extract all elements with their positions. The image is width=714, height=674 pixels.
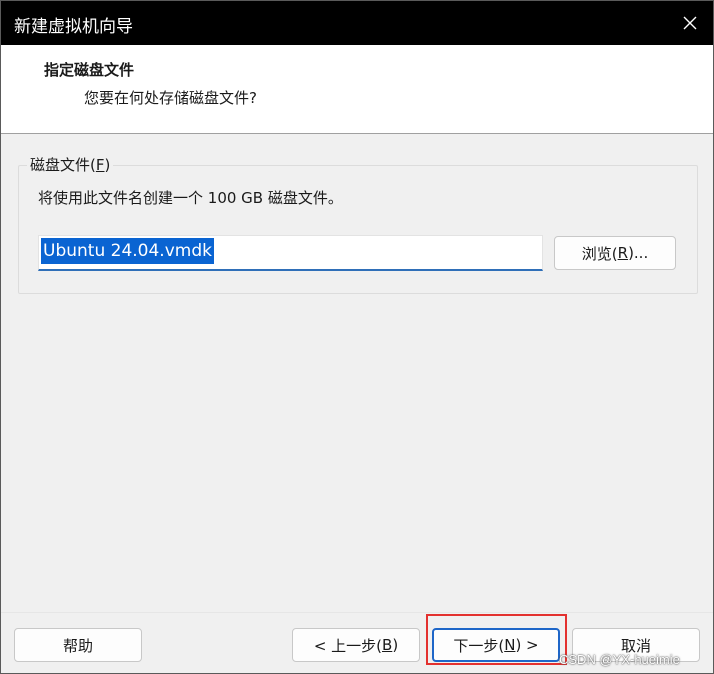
close-button[interactable] — [667, 1, 713, 45]
footer-divider — [1, 612, 713, 613]
wizard-header: 指定磁盘文件 您要在何处存储磁盘文件? — [1, 45, 713, 134]
next-button[interactable]: 下一步(N) > — [432, 628, 560, 662]
help-button[interactable]: 帮助 — [14, 628, 142, 662]
disk-size-info: 将使用此文件名创建一个 100 GB 磁盘文件。 — [38, 189, 343, 207]
disk-file-input[interactable]: Ubuntu 24.04.vmdk — [38, 235, 543, 271]
page-subtitle: 您要在何处存储磁盘文件? — [84, 89, 257, 107]
watermark: CSDN @YX-hueimie — [559, 652, 680, 667]
disk-file-group-label: 磁盘文件(F) — [27, 154, 114, 175]
disk-file-group — [18, 165, 698, 294]
back-button[interactable]: < 上一步(B) — [292, 628, 420, 662]
page-title: 指定磁盘文件 — [44, 61, 135, 79]
disk-file-input-value: Ubuntu 24.04.vmdk — [41, 238, 214, 264]
wizard-window: 新建虚拟机向导 指定磁盘文件 您要在何处存储磁盘文件? 磁盘文件(F) 将使用此… — [0, 0, 714, 674]
title-bar: 新建虚拟机向导 — [1, 1, 713, 45]
close-icon — [683, 16, 697, 30]
window-title: 新建虚拟机向导 — [14, 17, 133, 37]
browse-button[interactable]: 浏览(R)... — [554, 236, 676, 270]
